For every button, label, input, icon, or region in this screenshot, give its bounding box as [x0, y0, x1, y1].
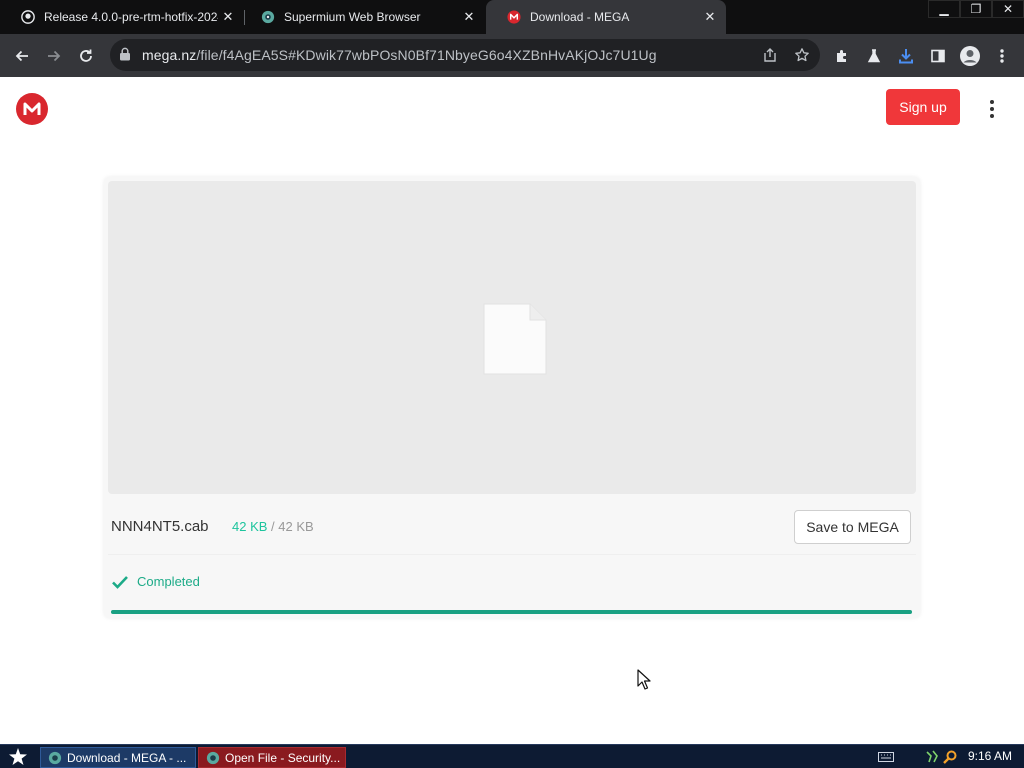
- taskbar-item-label: Open File - Security...: [225, 750, 341, 765]
- file-name: NNN4NT5.cab: [111, 518, 209, 535]
- close-icon[interactable]: ✕: [992, 0, 1024, 18]
- start-button[interactable]: [6, 746, 30, 768]
- flask-icon: [867, 49, 881, 63]
- tab-close-icon[interactable]: ✕: [218, 7, 238, 27]
- supermium-icon: [205, 750, 221, 766]
- puzzle-icon: [837, 50, 846, 62]
- url-text: mega.nz/file/f4AgEA5S#KDwik77wbPOsN0Bf71…: [142, 47, 657, 63]
- taskbar-item-mega-download[interactable]: Download - MEGA - ...: [40, 747, 196, 768]
- bookmark-star-icon[interactable]: [792, 45, 812, 65]
- supermium-icon: [47, 750, 63, 766]
- taskbar-item-label: Download - MEGA - ...: [67, 750, 187, 765]
- side-panel-button[interactable]: [924, 42, 952, 70]
- tab-supermium[interactable]: Supermium Web Browser ✕: [240, 0, 485, 34]
- taskbar: Download - MEGA - ... Open File - Securi…: [0, 744, 1024, 768]
- side-panel-icon: [931, 49, 945, 63]
- tab-mega-download[interactable]: Download - MEGA ✕: [486, 0, 726, 34]
- divider: [108, 554, 916, 555]
- github-icon: [20, 9, 36, 25]
- tab-title: Supermium Web Browser: [284, 10, 421, 24]
- tab-close-icon[interactable]: ✕: [459, 7, 479, 27]
- tab-strip: Release 4.0.0-pre-rtm-hotfix-20241 ✕ Sup…: [0, 0, 1024, 34]
- profile-button[interactable]: [956, 42, 984, 70]
- url-path: /file/f4AgEA5S#KDwik77wbPOsN0Bf71NbyeG6o…: [196, 47, 657, 63]
- status-text: Completed: [137, 574, 200, 589]
- sign-up-button[interactable]: Sign up: [886, 89, 960, 125]
- taskbar-clock: 9:16 AM: [968, 749, 1013, 763]
- restore-icon[interactable]: ❐: [960, 0, 992, 18]
- mega-m-icon: [23, 102, 41, 115]
- arrow-left-icon: [15, 50, 28, 62]
- file-icon: [483, 303, 547, 375]
- download-icon: [899, 49, 913, 64]
- keyboard-icon[interactable]: [878, 748, 894, 766]
- page-menu-icon[interactable]: [982, 97, 1002, 121]
- checkmark-icon: [112, 575, 128, 589]
- taskbar-item-open-file-security[interactable]: Open File - Security...: [198, 747, 346, 768]
- minimize-icon[interactable]: ▁: [928, 0, 960, 18]
- avatar-icon: [960, 46, 980, 66]
- save-to-mega-button[interactable]: Save to MEGA: [794, 510, 911, 544]
- star-icon: [9, 748, 27, 765]
- download-status: Completed: [111, 574, 200, 589]
- vertical-dots-icon: [1000, 49, 1004, 63]
- browser-toolbar: mega.nz/file/f4AgEA5S#KDwik77wbPOsN0Bf71…: [0, 34, 1024, 77]
- tab-title: Download - MEGA: [530, 10, 630, 24]
- url-host: mega.nz: [142, 47, 197, 63]
- tab-title: Release 4.0.0-pre-rtm-hotfix-20241: [44, 10, 218, 24]
- reload-icon: [80, 49, 92, 62]
- downloaded-size: 42 KB: [232, 519, 268, 534]
- reload-button[interactable]: [72, 42, 100, 70]
- share-icon[interactable]: [760, 45, 780, 65]
- forward-button[interactable]: [40, 42, 68, 70]
- progress-fill: [111, 610, 912, 614]
- back-button[interactable]: [8, 42, 36, 70]
- extensions-button[interactable]: [828, 42, 856, 70]
- labs-button[interactable]: [860, 42, 888, 70]
- network-icon[interactable]: [924, 748, 940, 766]
- file-preview: [108, 181, 916, 494]
- address-bar[interactable]: mega.nz/file/f4AgEA5S#KDwik77wbPOsN0Bf71…: [110, 39, 820, 71]
- downloads-button[interactable]: [892, 42, 920, 70]
- window-controls: ▁ ❐ ✕: [928, 0, 1024, 18]
- total-size: 42 KB: [278, 519, 314, 534]
- supermium-icon: [260, 9, 276, 25]
- tab-github-release[interactable]: Release 4.0.0-pre-rtm-hotfix-20241 ✕: [0, 0, 244, 34]
- screen: Release 4.0.0-pre-rtm-hotfix-20241 ✕ Sup…: [0, 0, 1024, 768]
- tab-close-icon[interactable]: ✕: [700, 7, 720, 27]
- mouse-cursor-icon: [637, 669, 651, 690]
- mega-logo[interactable]: [16, 93, 48, 125]
- mega-icon: [506, 9, 522, 25]
- arrow-right-icon: [48, 50, 61, 62]
- file-size: 42 KB / 42 KB: [232, 519, 314, 534]
- web-page: Sign up NNN4NT5.cab 42 KB / 42 KB Save t…: [0, 77, 1024, 744]
- browser-menu-button[interactable]: [988, 42, 1016, 70]
- lock-icon[interactable]: [119, 47, 131, 66]
- download-card: NNN4NT5.cab 42 KB / 42 KB Save to MEGA C…: [104, 177, 920, 618]
- size-separator: /: [271, 519, 275, 534]
- download-progress-bar: [111, 610, 912, 614]
- search-icon[interactable]: [942, 748, 958, 766]
